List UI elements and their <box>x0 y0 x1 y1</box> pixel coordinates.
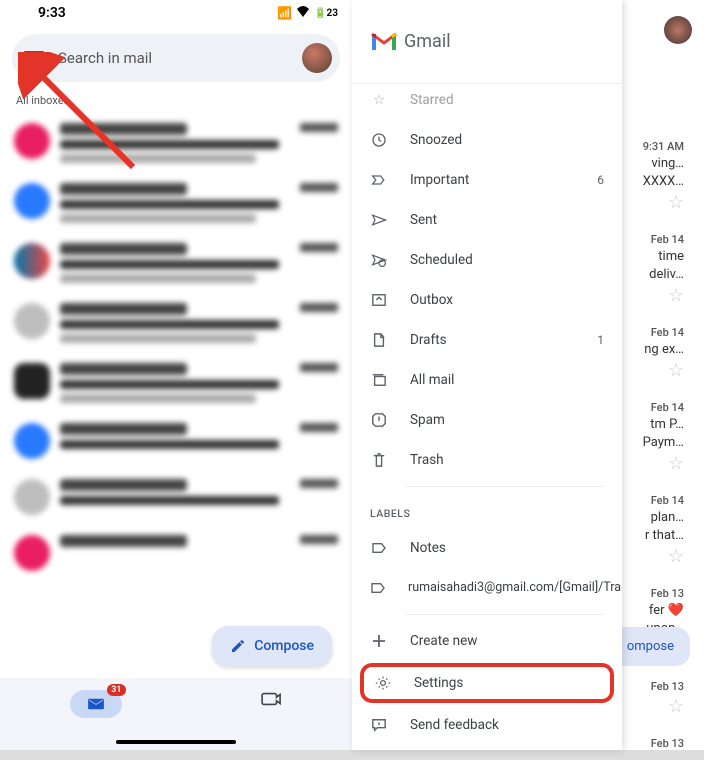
drawer-item-starred[interactable]: ☆ Starred <box>352 84 622 120</box>
navigation-drawer: Gmail ☆ Starred Snoozed Important 6 Sent <box>352 0 622 750</box>
unread-badge: 31 <box>107 684 125 696</box>
gmail-brand: Gmail <box>404 31 451 52</box>
important-icon <box>370 171 388 189</box>
trash-icon <box>370 451 388 469</box>
compose-button-fragment[interactable]: ompose <box>611 627 690 666</box>
drawer-item-important[interactable]: Important 6 <box>352 160 622 200</box>
star-icon: ☆ <box>668 192 684 213</box>
search-bar[interactable]: Search in mail <box>12 34 340 82</box>
right-header-fragment <box>664 16 692 44</box>
profile-avatar[interactable] <box>664 16 692 44</box>
feedback-icon <box>370 716 388 734</box>
allmail-icon <box>370 371 388 389</box>
meet-tab[interactable] <box>261 690 283 712</box>
star-icon: ☆ <box>668 285 684 306</box>
status-bar: 9:33 📶 🔋23 <box>0 0 352 26</box>
drawer-label-custom[interactable]: rumaisahadi3@gmail.com/[Gmail]/Trash <box>352 568 622 608</box>
mail-list <box>0 113 352 581</box>
drawer-label-notes[interactable]: Notes <box>352 528 622 568</box>
drawer-item-all-mail[interactable]: All mail <box>352 360 622 400</box>
star-icon: ☆ <box>668 546 684 567</box>
label-icon <box>370 539 388 557</box>
drawer-item-sent[interactable]: Sent <box>352 200 622 240</box>
search-input[interactable]: Search in mail <box>58 49 288 67</box>
divider <box>406 614 604 615</box>
clock-icon <box>370 131 388 149</box>
label-icon <box>370 579 386 597</box>
battery-icon: 🔋23 <box>314 8 338 19</box>
mail-icon <box>87 697 105 711</box>
sent-icon <box>370 211 388 229</box>
signal-icon: 📶 <box>277 6 292 20</box>
drawer-item-drafts[interactable]: Drafts 1 <box>352 320 622 360</box>
labels-section-title: LABELS <box>352 493 622 528</box>
plus-icon <box>370 632 388 650</box>
star-icon: ☆ <box>370 91 388 109</box>
drafts-icon <box>370 331 388 349</box>
hamburger-icon[interactable] <box>24 51 44 65</box>
status-icons: 📶 🔋23 <box>277 6 338 21</box>
mail-tab[interactable]: 31 <box>70 690 122 718</box>
all-inboxes-label: All inboxes <box>0 90 352 113</box>
scheduled-icon <box>370 251 388 269</box>
outbox-icon <box>370 291 388 309</box>
status-time: 9:33 <box>38 5 66 21</box>
wifi-icon <box>296 6 310 21</box>
gmail-logo-icon <box>370 32 398 52</box>
drawer-settings[interactable]: Settings <box>360 663 614 703</box>
drawer-item-snoozed[interactable]: Snoozed <box>352 120 622 160</box>
drawer-item-scheduled[interactable]: Scheduled <box>352 240 622 280</box>
star-icon: ☆ <box>668 453 684 474</box>
drawer-list[interactable]: ☆ Starred Snoozed Important 6 Sent Sched… <box>352 84 622 750</box>
drawer-send-feedback[interactable]: Send feedback <box>352 705 622 745</box>
drawer-header: Gmail <box>352 0 622 84</box>
pencil-icon <box>230 638 246 654</box>
drawer-item-outbox[interactable]: Outbox <box>352 280 622 320</box>
video-icon <box>261 690 283 708</box>
spam-icon <box>370 411 388 429</box>
compose-button[interactable]: Compose <box>212 626 332 666</box>
home-indicator <box>116 740 236 744</box>
drawer-item-trash[interactable]: Trash <box>352 440 622 480</box>
drawer-create-label[interactable]: Create new <box>352 621 622 661</box>
star-icon: ☆ <box>668 360 684 381</box>
gear-icon <box>374 674 392 692</box>
star-icon: ☆ <box>668 696 684 717</box>
profile-avatar[interactable] <box>302 43 332 73</box>
divider <box>406 486 604 487</box>
drawer-item-spam[interactable]: Spam <box>352 400 622 440</box>
